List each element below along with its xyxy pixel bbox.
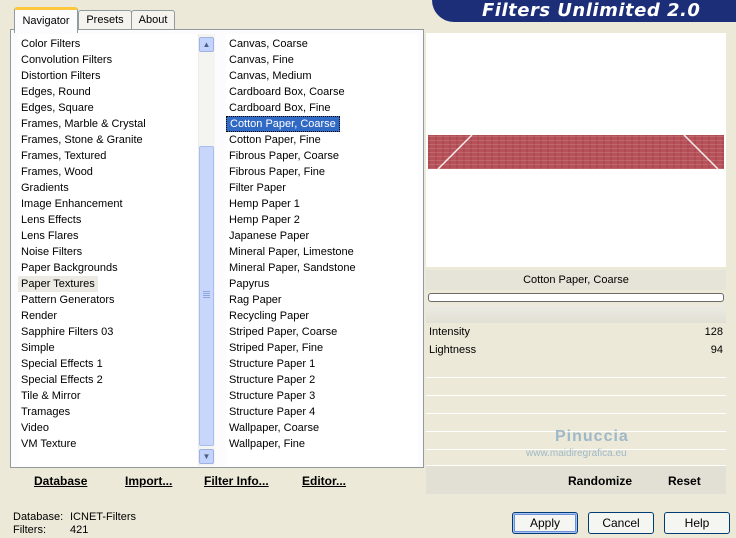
category-list[interactable]: Color Filters Convolution Filters Distorti… <box>18 34 198 466</box>
filter-item[interactable]: Wallpaper, Fine <box>226 436 308 452</box>
category-item[interactable]: Render <box>18 308 60 324</box>
apply-button[interactable]: Apply <box>512 512 578 534</box>
filter-item[interactable]: Recycling Paper <box>226 308 312 324</box>
filter-item[interactable]: Hemp Paper 2 <box>226 212 303 228</box>
editor-button[interactable]: Editor... <box>302 474 346 488</box>
category-item[interactable]: Sapphire Filters 03 <box>18 324 116 340</box>
category-item[interactable]: Distortion Filters <box>18 68 103 84</box>
category-item[interactable]: Lens Effects <box>18 212 84 228</box>
filter-item[interactable]: Structure Paper 4 <box>226 404 318 420</box>
filter-item[interactable]: Cardboard Box, Fine <box>226 100 334 116</box>
category-item[interactable]: Video <box>18 420 52 436</box>
category-item[interactable]: Simple <box>18 340 58 356</box>
filter-item[interactable]: Structure Paper 1 <box>226 356 318 372</box>
lightness-label: Lightness <box>429 344 477 356</box>
filter-item[interactable]: Wallpaper, Coarse <box>226 420 322 436</box>
scroll-up-icon[interactable]: ▲ <box>199 37 214 52</box>
lightness-value: 94 <box>710 344 723 356</box>
scroll-down-icon[interactable]: ▼ <box>199 449 214 464</box>
tab-navigator[interactable]: Navigator <box>14 7 78 33</box>
cancel-button[interactable]: Cancel <box>588 512 654 534</box>
watermark-url: www.maidiregrafica.eu <box>526 448 627 459</box>
filter-item[interactable]: Cotton Paper, Coarse <box>226 116 340 132</box>
filter-item[interactable]: Mineral Paper, Sandstone <box>226 260 359 276</box>
scroll-thumb[interactable] <box>199 146 214 446</box>
filter-item[interactable]: Rag Paper <box>226 292 285 308</box>
app-title: Filters Unlimited 2.0 <box>482 0 701 21</box>
category-item[interactable]: Edges, Square <box>18 100 97 116</box>
category-item[interactable]: Frames, Marble & Crystal <box>18 116 149 132</box>
filter-item[interactable]: Filter Paper <box>226 180 289 196</box>
category-item[interactable]: Frames, Stone & Granite <box>18 132 146 148</box>
intensity-row[interactable]: Intensity 128 <box>426 323 726 341</box>
category-item[interactable]: Special Effects 1 <box>18 356 106 372</box>
category-item[interactable]: Lens Flares <box>18 228 81 244</box>
category-item[interactable]: Gradients <box>18 180 72 196</box>
empty-param-slot <box>426 359 726 378</box>
status-database-label: Database: <box>13 511 64 523</box>
help-button[interactable]: Help <box>664 512 730 534</box>
filter-item[interactable]: Striped Paper, Coarse <box>226 324 340 340</box>
preview-texture <box>428 135 724 169</box>
database-button[interactable]: Database <box>34 474 87 488</box>
import-button[interactable]: Import... <box>125 474 172 488</box>
category-scrollbar[interactable]: ▲ ▼ <box>198 34 215 466</box>
filter-item[interactable]: Fibrous Paper, Fine <box>226 164 328 180</box>
tab-about[interactable]: About <box>131 10 175 30</box>
filter-item[interactable]: Structure Paper 2 <box>226 372 318 388</box>
filter-item[interactable]: Canvas, Coarse <box>226 36 311 52</box>
filter-name-label: Cotton Paper, Coarse <box>426 270 726 290</box>
category-item[interactable]: Image Enhancement <box>18 196 126 212</box>
category-item[interactable]: Frames, Textured <box>18 148 109 164</box>
intensity-label: Intensity <box>429 326 470 338</box>
category-item[interactable]: Edges, Round <box>18 84 94 100</box>
category-item[interactable]: Tile & Mirror <box>18 388 83 404</box>
category-item[interactable]: Tramages <box>18 404 73 420</box>
empty-param-slot <box>426 377 726 396</box>
status-database-value: ICNET-Filters <box>70 511 136 523</box>
filter-item[interactable]: Canvas, Fine <box>226 52 297 68</box>
filter-item[interactable]: Japanese Paper <box>226 228 312 244</box>
category-item[interactable]: Paper Backgrounds <box>18 260 121 276</box>
filter-item[interactable]: Mineral Paper, Limestone <box>226 244 357 260</box>
lightness-row[interactable]: Lightness 94 <box>426 341 726 359</box>
filter-item[interactable]: Striped Paper, Fine <box>226 340 326 356</box>
filter-item[interactable]: Cotton Paper, Fine <box>226 132 324 148</box>
progress-bar <box>428 293 724 302</box>
tab-presets[interactable]: Presets <box>78 10 132 30</box>
filter-item[interactable]: Hemp Paper 1 <box>226 196 303 212</box>
intensity-value: 128 <box>704 326 723 338</box>
category-item[interactable]: Convolution Filters <box>18 52 115 68</box>
category-item[interactable]: Paper Textures <box>18 276 98 292</box>
category-item[interactable]: Frames, Wood <box>18 164 96 180</box>
randomize-button[interactable]: Randomize <box>568 474 632 488</box>
status-filters-value: 421 <box>70 524 89 536</box>
filter-item[interactable]: Papyrus <box>226 276 272 292</box>
status-filters-label: Filters: <box>13 524 46 536</box>
filter-item[interactable]: Fibrous Paper, Coarse <box>226 148 342 164</box>
empty-param-slot <box>426 395 726 414</box>
category-item[interactable]: Color Filters <box>18 36 83 52</box>
category-item[interactable]: VM Texture <box>18 436 79 452</box>
filter-info-button[interactable]: Filter Info... <box>204 474 269 488</box>
param-header <box>426 305 726 323</box>
filter-item[interactable]: Cardboard Box, Coarse <box>226 84 348 100</box>
filter-list[interactable]: Canvas, Coarse Canvas, Fine Canvas, Medium… <box>226 34 418 466</box>
category-item[interactable]: Special Effects 2 <box>18 372 106 388</box>
category-item[interactable]: Pattern Generators <box>18 292 118 308</box>
watermark-name: Pinuccia <box>555 428 629 445</box>
reset-button[interactable]: Reset <box>668 474 701 488</box>
category-item[interactable]: Noise Filters <box>18 244 85 260</box>
filter-item[interactable]: Canvas, Medium <box>226 68 315 84</box>
filter-item[interactable]: Structure Paper 3 <box>226 388 318 404</box>
